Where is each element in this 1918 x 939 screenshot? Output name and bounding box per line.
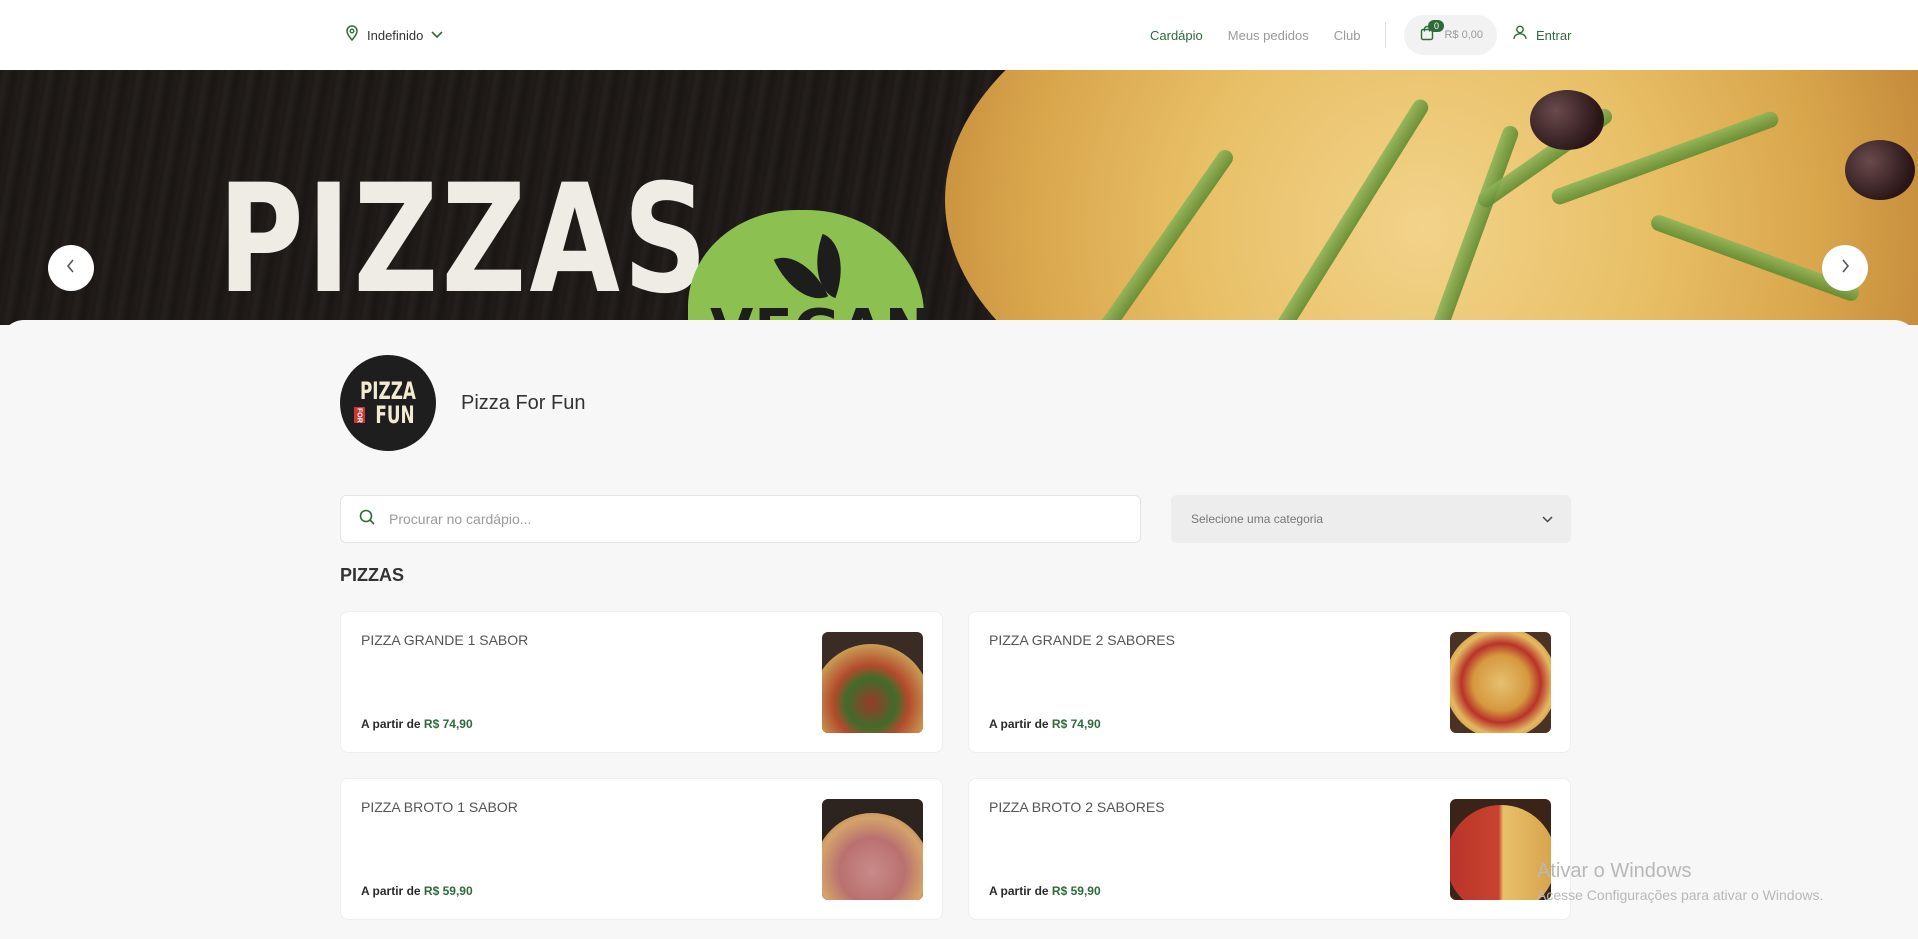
product-image: [822, 632, 923, 733]
search-input[interactable]: [389, 511, 1089, 527]
product-card[interactable]: PIZZA GRANDE 2 SABORES A partir de R$ 74…: [968, 611, 1571, 753]
chevron-right-icon: [1840, 258, 1850, 278]
content-panel: [0, 320, 1918, 939]
product-image: [1450, 799, 1551, 900]
product-card[interactable]: PIZZA BROTO 2 SABORES A partir de R$ 59,…: [968, 778, 1571, 920]
store-name: Pizza For Fun: [461, 391, 586, 414]
product-image: [822, 799, 923, 900]
chevron-left-icon: [66, 258, 76, 278]
login-button[interactable]: Entrar: [1513, 25, 1571, 45]
product-price: A partir de R$ 59,90: [989, 884, 1101, 898]
product-name: PIZZA GRANDE 1 SABOR: [361, 632, 529, 648]
store-header: PIZZA FOR FUN Pizza For Fun: [340, 355, 585, 451]
category-select[interactable]: Selecione uma categoria: [1171, 495, 1571, 543]
chevron-down-icon: [1542, 512, 1553, 526]
nav-item-meus-pedidos[interactable]: Meus pedidos: [1228, 28, 1309, 43]
menu-search-box[interactable]: [340, 495, 1141, 543]
nav-item-cardapio[interactable]: Cardápio: [1150, 28, 1203, 43]
cart-count-badge: 0: [1428, 20, 1445, 32]
nav-divider: [1385, 22, 1387, 48]
category-select-value: Selecione uma categoria: [1191, 512, 1324, 526]
nav-item-club[interactable]: Club: [1334, 28, 1361, 43]
location-pin-icon: [345, 24, 359, 46]
product-price: A partir de R$ 59,90: [361, 884, 473, 898]
search-icon: [359, 509, 375, 530]
product-name: PIZZA GRANDE 2 SABORES: [989, 632, 1175, 648]
top-header: Indefinido Cardápio Meus pedidos Club 0 …: [0, 0, 1918, 70]
location-selector[interactable]: Indefinido: [345, 24, 443, 46]
product-card[interactable]: PIZZA GRANDE 1 SABOR A partir de R$ 74,9…: [340, 611, 943, 753]
cart-button[interactable]: 0 R$ 0,00: [1404, 15, 1497, 55]
location-label: Indefinido: [367, 27, 424, 43]
banner-prev-button[interactable]: [48, 245, 94, 291]
banner-pizza-image: [945, 70, 1918, 325]
promo-banner[interactable]: PIZZAS VEGAN: [0, 70, 1918, 325]
product-card[interactable]: PIZZA BROTO 1 SABOR A partir de R$ 59,90: [340, 778, 943, 920]
product-name: PIZZA BROTO 2 SABORES: [989, 799, 1165, 815]
product-price: A partir de R$ 74,90: [989, 717, 1101, 731]
windows-activation-watermark: Ativar o Windows Acesse Configurações pa…: [1537, 860, 1824, 903]
chevron-down-icon: [431, 26, 443, 44]
banner-next-button[interactable]: [1822, 245, 1868, 291]
product-price: A partir de R$ 74,90: [361, 717, 473, 731]
main-nav: Cardápio Meus pedidos Club 0 R$ 0,00 Ent…: [1150, 0, 1571, 70]
product-name: PIZZA BROTO 1 SABOR: [361, 799, 518, 815]
banner-title: PIZZAS: [218, 153, 711, 325]
login-label: Entrar: [1536, 27, 1572, 43]
store-logo: PIZZA FOR FUN: [340, 355, 436, 451]
section-title: PIZZAS: [340, 565, 405, 585]
product-image: [1450, 632, 1551, 733]
user-icon: [1513, 25, 1527, 45]
cart-total: R$ 0,00: [1444, 29, 1483, 41]
